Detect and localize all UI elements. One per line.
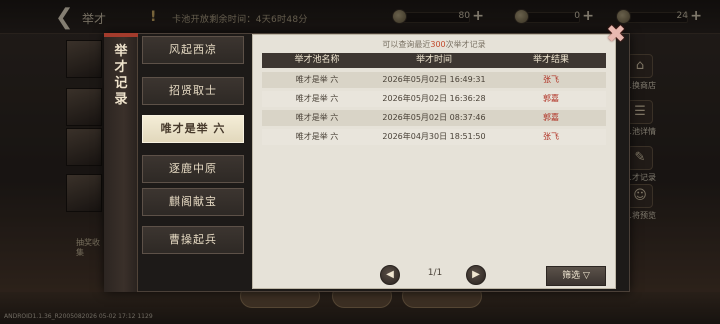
tab-pool-1[interactable]: 风起西凉 <box>142 36 244 64</box>
pagination: ◀ 1/1 ▶ <box>380 264 490 286</box>
close-icon[interactable]: ✖ <box>604 22 628 46</box>
time-cell: 2026年04月30日 18:51:50 <box>382 132 486 141</box>
next-page-icon[interactable]: ▶ <box>466 265 486 285</box>
spine-accent <box>104 33 138 37</box>
time-cell: 2026年05月02日 16:36:28 <box>382 94 486 103</box>
funnel-icon: ▽ <box>582 271 590 281</box>
column-header: 举才时间 <box>415 55 452 65</box>
time-cell: 2026年05月02日 16:49:31 <box>382 75 486 84</box>
tab-pool-5[interactable]: 麒阁献宝 <box>142 188 244 216</box>
table-row: 唯才是举 六 2026年05月02日 16:36:28 郭嘉 <box>262 91 606 107</box>
result-cell: 张飞 <box>543 75 559 84</box>
tab-pool-2[interactable]: 招贤取士 <box>142 77 244 105</box>
record-count: 300 <box>430 40 446 49</box>
tab-pool-6[interactable]: 曹操起兵 <box>142 226 244 254</box>
page-indicator: 1/1 <box>427 268 443 278</box>
record-content: 可以查询最近300次举才记录 举才池名称 举才时间 举才结果 唯才是举 六 20… <box>252 34 616 289</box>
pool-name-cell: 唯才是举 六 <box>295 75 339 84</box>
table-header: 举才池名称 举才时间 举才结果 <box>262 53 606 68</box>
pool-name-cell: 唯才是举 六 <box>295 113 339 122</box>
result-cell: 张飞 <box>543 132 559 141</box>
result-cell: 郭嘉 <box>543 113 559 122</box>
tab-pool-4[interactable]: 逐鹿中原 <box>142 155 244 183</box>
time-cell: 2026年05月02日 08:37:46 <box>382 113 486 122</box>
pool-name-cell: 唯才是举 六 <box>295 132 339 141</box>
result-cell: 郭嘉 <box>543 94 559 103</box>
table-row: 唯才是举 六 2026年05月02日 08:37:46 郭嘉 <box>262 110 606 126</box>
column-header: 举才结果 <box>532 55 569 65</box>
table-row: 唯才是举 六 2026年05月02日 16:49:31 张飞 <box>262 72 606 88</box>
record-tip: 可以查询最近300次举才记录 <box>382 40 486 49</box>
panel-title: 举才记录 <box>114 44 128 107</box>
filter-button[interactable]: 筛选 ▽ <box>546 266 606 286</box>
column-header: 举才池名称 <box>294 55 340 65</box>
pool-name-cell: 唯才是举 六 <box>295 94 339 103</box>
filter-label: 筛选 <box>562 271 581 281</box>
table-row: 唯才是举 六 2026年04月30日 18:51:50 张飞 <box>262 129 606 145</box>
prev-page-icon[interactable]: ◀ <box>380 265 400 285</box>
tab-pool-3[interactable]: 唯才是举 六 <box>142 115 244 143</box>
